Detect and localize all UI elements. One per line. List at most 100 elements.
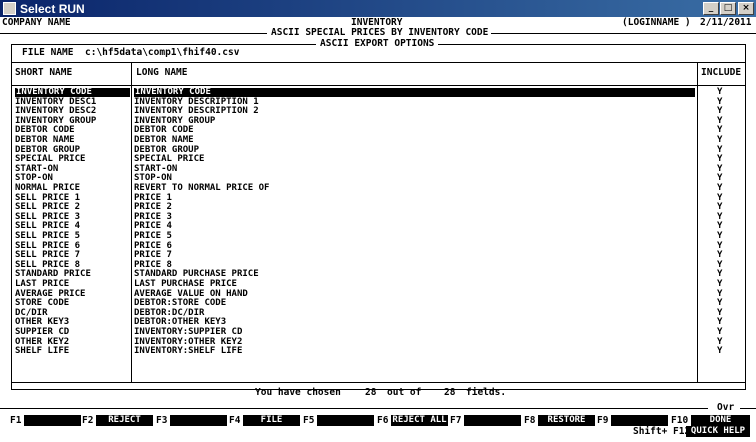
field-long-name: DEBTOR NAME bbox=[134, 135, 194, 145]
fkey-f6-key: F6 bbox=[377, 415, 389, 426]
field-include-flag[interactable]: Y bbox=[717, 232, 722, 241]
field-long-name: INVENTORY:SHELF LIFE bbox=[134, 346, 243, 357]
field-row[interactable]: DEBTOR NAME DEBTOR NAME Y bbox=[0, 136, 756, 145]
fkey-f9-button[interactable] bbox=[611, 415, 668, 426]
field-include-flag[interactable]: Y bbox=[717, 136, 722, 145]
fkey-f4-button[interactable]: FILE bbox=[243, 415, 300, 426]
fkey-f8-key: F8 bbox=[524, 415, 536, 426]
field-include-flag[interactable]: Y bbox=[717, 88, 722, 97]
field-short-name: SPECIAL PRICE bbox=[15, 154, 86, 165]
field-row[interactable]: SELL PRICE 2 PRICE 2 Y bbox=[0, 203, 756, 212]
field-include-flag[interactable]: Y bbox=[717, 203, 722, 212]
header-rule-left bbox=[0, 33, 267, 34]
field-row[interactable]: OTHER KEY2 INVENTORY:OTHER KEY2 Y bbox=[0, 337, 756, 347]
login-name: (LOGINNAME ) bbox=[622, 17, 691, 28]
field-row[interactable]: LAST PRICE LAST PURCHASE PRICE Y bbox=[0, 280, 756, 289]
field-long-name: SPECIAL PRICE bbox=[134, 154, 205, 165]
field-include-flag[interactable]: Y bbox=[717, 155, 722, 164]
field-row[interactable]: INVENTORY DESC2 INVENTORY DESCRIPTION 2 Y bbox=[0, 107, 756, 116]
field-long-name: LAST PURCHASE PRICE bbox=[134, 279, 237, 289]
field-row[interactable]: SPECIAL PRICE SPECIAL PRICE Y bbox=[0, 155, 756, 164]
window-title: Select RUN bbox=[20, 1, 85, 16]
field-long-name: DEBTOR:STORE CODE bbox=[134, 298, 227, 309]
fkey-f1-button[interactable] bbox=[24, 415, 81, 426]
field-row[interactable]: SELL PRICE 5 PRICE 5 Y bbox=[0, 232, 756, 241]
field-row[interactable]: INVENTORY CODE INVENTORY CODE Y bbox=[0, 88, 756, 97]
field-row[interactable]: SELL PRICE 6 PRICE 6Y bbox=[0, 241, 756, 251]
overwrite-indicator: Ovr bbox=[717, 402, 735, 413]
field-row[interactable]: INVENTORY GROUP INVENTORY GROUP Y bbox=[0, 116, 756, 126]
app-icon bbox=[3, 2, 16, 15]
field-row[interactable]: SELL PRICE 8 PRICE 8Y bbox=[0, 260, 756, 270]
maximize-button[interactable]: □ bbox=[720, 2, 736, 15]
fkey-f7-key: F7 bbox=[450, 415, 462, 426]
fkey-f7-button[interactable] bbox=[464, 415, 521, 426]
fkey-f4-key: F4 bbox=[229, 415, 241, 426]
field-short-name: SUPPIER CD bbox=[15, 327, 70, 337]
field-include-flag[interactable]: Y bbox=[717, 299, 722, 308]
file-name-value[interactable]: c:\hf5data\comp1\fhif40.csv bbox=[85, 48, 239, 58]
field-row[interactable]: SELL PRICE 7 PRICE 7 Y bbox=[0, 251, 756, 260]
fkey-f6-button[interactable]: REJECT ALL bbox=[391, 415, 448, 426]
fkey-f5-button[interactable] bbox=[317, 415, 374, 426]
fkey-f5-key: F5 bbox=[303, 415, 315, 426]
file-name-label: FILE NAME bbox=[22, 47, 74, 58]
fkey-f3-button[interactable] bbox=[170, 415, 227, 426]
company-name: COMPANY NAME bbox=[2, 17, 71, 28]
fkey-f8-button[interactable]: RESTORE bbox=[538, 415, 595, 426]
header-date: 2/11/2011 bbox=[700, 17, 752, 28]
field-row[interactable]: AVERAGE PRICE AVERAGE VALUE ON HAND Y bbox=[0, 289, 756, 299]
close-button[interactable]: × bbox=[738, 2, 754, 15]
window-titlebar[interactable]: Select RUN _ □ × bbox=[0, 0, 756, 17]
field-include-flag[interactable]: Y bbox=[717, 328, 722, 337]
quick-help-button[interactable]: QUICK HELP bbox=[686, 426, 750, 437]
field-long-name: PRICE 7 bbox=[134, 250, 172, 261]
field-row[interactable]: NORMAL PRICE REVERT TO NORMAL PRICE OF Y bbox=[0, 184, 756, 193]
header-rule-right bbox=[491, 33, 756, 34]
field-short-name: INVENTORY DESC2 bbox=[15, 106, 97, 117]
fkey-f10-button[interactable]: DONE bbox=[691, 415, 750, 426]
status-suffix: fields. bbox=[466, 387, 507, 398]
fkey-rule bbox=[0, 408, 708, 409]
field-row[interactable]: OTHER KEY3 DEBTOR:OTHER KEY3 Y bbox=[0, 318, 756, 327]
report-title: ASCII SPECIAL PRICES BY INVENTORY CODE bbox=[271, 27, 489, 38]
field-long-name: INVENTORY CODE bbox=[134, 88, 695, 97]
field-row[interactable]: STANDARD PRICE STANDARD PURCHASE PRICE Y bbox=[0, 270, 756, 279]
field-row[interactable]: SELL PRICE 1 PRICE 1Y bbox=[0, 193, 756, 203]
field-include-flag[interactable]: Y bbox=[717, 184, 722, 193]
field-short-name: LAST PRICE bbox=[15, 279, 70, 289]
field-row[interactable]: SHELF LIFE INVENTORY:SHELF LIFE Y bbox=[0, 347, 756, 356]
field-row[interactable]: DC/DIR DEBTOR:DC/DIR Y bbox=[0, 308, 756, 318]
field-short-name: DEBTOR NAME bbox=[15, 135, 75, 145]
field-long-name: PRICE 2 bbox=[134, 202, 172, 213]
shift-f12-key: Shift+ F12 bbox=[633, 426, 691, 437]
field-row[interactable]: DEBTOR CODE DEBTOR CODE Y bbox=[0, 126, 756, 135]
fkey-f10-key: F10 bbox=[671, 415, 689, 426]
field-include-flag[interactable]: Y bbox=[717, 251, 722, 260]
field-row[interactable]: START-ON START-ON Y bbox=[0, 164, 756, 174]
field-row[interactable]: DEBTOR GROUP DEBTOR GROUP Y bbox=[0, 145, 756, 155]
field-row[interactable]: SELL PRICE 4 PRICE 4Y bbox=[0, 222, 756, 231]
fkey-rule-end bbox=[740, 408, 756, 409]
field-include-flag[interactable]: Y bbox=[717, 280, 722, 289]
field-row[interactable]: STORE CODE DEBTOR:STORE CODE Y bbox=[0, 299, 756, 308]
column-header-long: LONG NAME bbox=[136, 67, 188, 78]
terminal-screen: COMPANY NAME INVENTORY (LOGINNAME ) 2/11… bbox=[0, 17, 756, 442]
field-long-name: PRICE 5 bbox=[134, 231, 172, 241]
field-short-name: INVENTORY CODE bbox=[15, 88, 130, 97]
field-long-name: INVENTORY DESCRIPTION 2 bbox=[134, 106, 259, 117]
status-prefix: You have chosen bbox=[255, 387, 341, 398]
field-short-name: SELL PRICE 7 bbox=[15, 250, 81, 261]
field-row[interactable]: INVENTORY DESC1 INVENTORY DESCRIPTION 1Y bbox=[0, 97, 756, 107]
field-long-name: INVENTORY:SUPPIER CD bbox=[134, 327, 243, 337]
field-row[interactable]: SELL PRICE 3 PRICE 3Y bbox=[0, 212, 756, 222]
status-total-count: 28 bbox=[444, 387, 456, 398]
status-chosen-count: 28 bbox=[365, 387, 377, 398]
minimize-button[interactable]: _ bbox=[703, 2, 719, 15]
fkey-f1-key: F1 bbox=[10, 415, 22, 426]
field-include-flag[interactable]: Y bbox=[717, 107, 722, 116]
field-include-flag[interactable]: Y bbox=[717, 347, 722, 356]
field-row[interactable]: STOP-ON STOP-ON Y bbox=[0, 174, 756, 183]
field-row[interactable]: SUPPIER CD INVENTORY:SUPPIER CD Y bbox=[0, 328, 756, 337]
fkey-f2-button[interactable]: REJECT bbox=[96, 415, 153, 426]
